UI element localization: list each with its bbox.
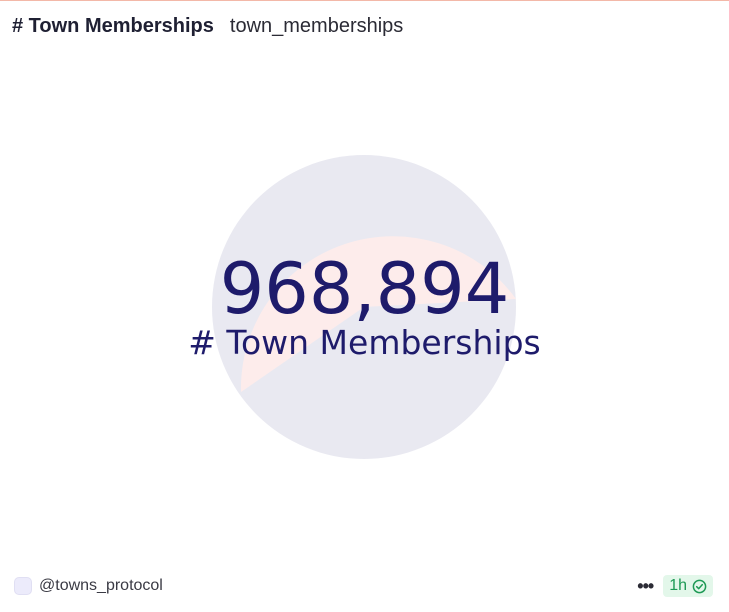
footer-actions: ••• 1h bbox=[637, 575, 713, 597]
counter-card: # Town Memberships town_memberships 968,… bbox=[0, 0, 729, 612]
refresh-interval: 1h bbox=[669, 577, 687, 594]
counter-visual: 968,894 # Town Memberships bbox=[0, 151, 729, 463]
card-subtitle: town_memberships bbox=[229, 15, 404, 37]
check-circle-icon bbox=[692, 579, 707, 594]
avatar bbox=[14, 577, 32, 595]
counter-value: 968,894 bbox=[219, 248, 510, 330]
card-footer: @towns_protocol ••• 1h bbox=[14, 573, 713, 599]
more-horizontal-icon[interactable]: ••• bbox=[637, 577, 654, 595]
card-title[interactable]: # Town Memberships bbox=[12, 15, 214, 38]
creator-link[interactable]: @towns_protocol bbox=[14, 577, 163, 595]
card-header: # Town Memberships town_memberships bbox=[12, 15, 403, 38]
creator-name[interactable]: @towns_protocol bbox=[39, 577, 163, 595]
refresh-status-badge[interactable]: 1h bbox=[663, 575, 713, 597]
counter-label: # Town Memberships bbox=[188, 323, 541, 362]
